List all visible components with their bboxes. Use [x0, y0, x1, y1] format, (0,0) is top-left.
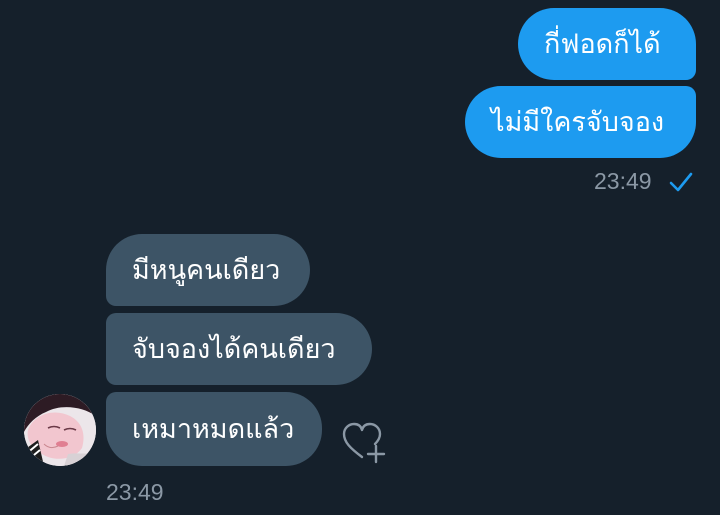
avatar-image [24, 394, 96, 466]
message-text: กี่ฟอดก็ได้ [544, 28, 661, 60]
message-text: มีหนูคนเดียว [132, 254, 281, 286]
received-message-3[interactable]: เหมาหมดแล้ว [106, 392, 322, 466]
sent-timestamp: 23:49 [594, 168, 652, 194]
add-reaction-button[interactable] [340, 420, 388, 468]
message-text: ไม่มีใครจับจอง [491, 106, 665, 138]
received-message-2[interactable]: จับจองได้คนเดียว [106, 313, 372, 385]
received-message-1[interactable]: มีหนูคนเดียว [106, 234, 310, 306]
sent-message-1[interactable]: กี่ฟอดก็ได้ [518, 8, 696, 80]
message-text: จับจองได้คนเดียว [132, 333, 336, 365]
sent-message-2[interactable]: ไม่มีใครจับจอง [465, 86, 696, 158]
avatar[interactable] [24, 394, 96, 466]
check-icon [669, 172, 693, 192]
received-timestamp: 23:49 [106, 479, 164, 505]
heart-add-icon [342, 422, 386, 464]
message-text: เหมาหมดแล้ว [132, 413, 295, 445]
